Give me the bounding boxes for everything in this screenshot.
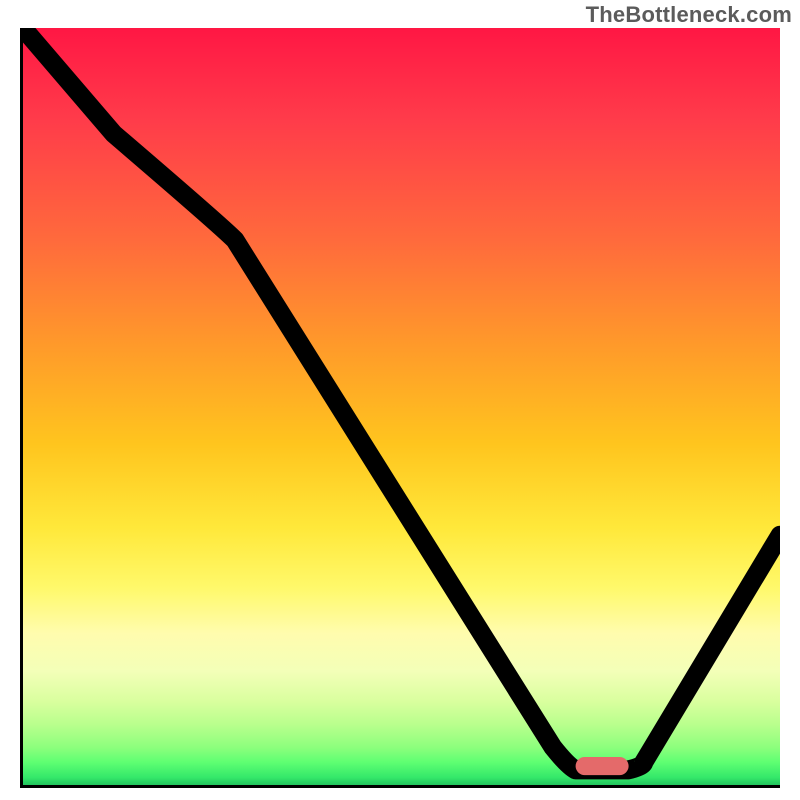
bottleneck-curve [23,28,780,770]
watermark-text: TheBottleneck.com [586,2,792,28]
optimal-range-marker [576,757,629,775]
plot-area [20,28,780,788]
chart-canvas: TheBottleneck.com [0,0,800,800]
chart-overlay [23,28,780,785]
